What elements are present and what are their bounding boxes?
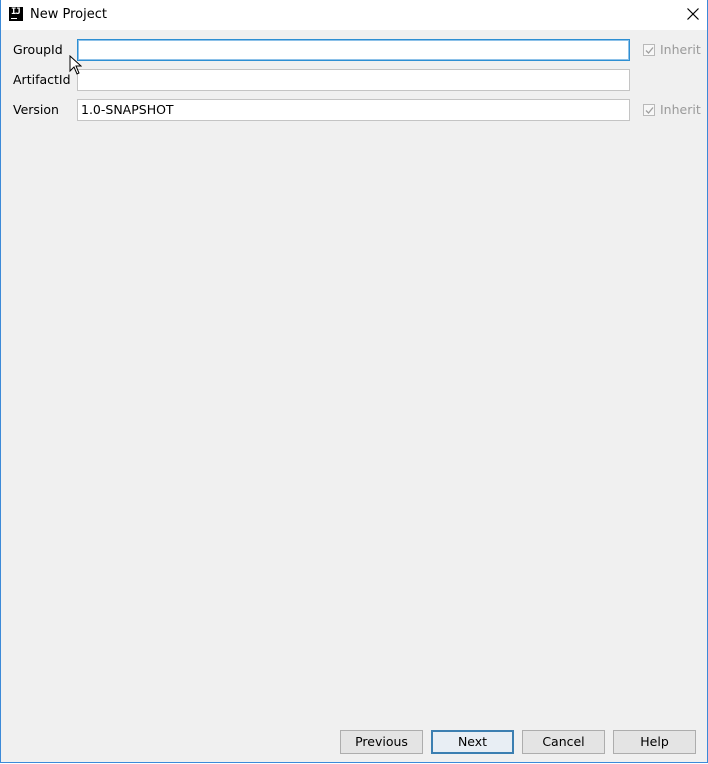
window-title: New Project [30,7,107,22]
version-label: Version [13,102,59,117]
close-button[interactable] [677,0,707,30]
artifact-id-input[interactable] [77,69,630,91]
close-icon [687,8,699,20]
artifact-id-label: ArtifactId [13,72,71,87]
intellij-idea-icon: IJ [9,7,23,21]
previous-button[interactable]: Previous [340,730,423,754]
checkbox-box[interactable] [643,44,655,56]
version-inherit-checkbox[interactable]: Inherit [643,102,703,118]
inherit-label: Inherit [660,42,701,57]
group-id-inherit-checkbox[interactable]: Inherit [643,42,703,58]
version-input[interactable]: 1.0-SNAPSHOT [77,99,630,121]
group-id-input[interactable] [77,39,630,61]
help-button[interactable]: Help [613,730,696,754]
inherit-label: Inherit [660,102,701,117]
title-bar: IJ New Project [1,0,707,30]
group-id-label: GroupId [13,42,63,57]
next-button[interactable]: Next [431,730,514,754]
checkmark-icon [645,107,654,114]
cancel-button[interactable]: Cancel [522,730,605,754]
mouse-cursor-icon [69,55,82,75]
new-project-dialog: IJ New Project GroupId Inherit ArtifactI… [0,0,708,763]
checkmark-icon [645,47,654,54]
checkbox-box[interactable] [643,104,655,116]
